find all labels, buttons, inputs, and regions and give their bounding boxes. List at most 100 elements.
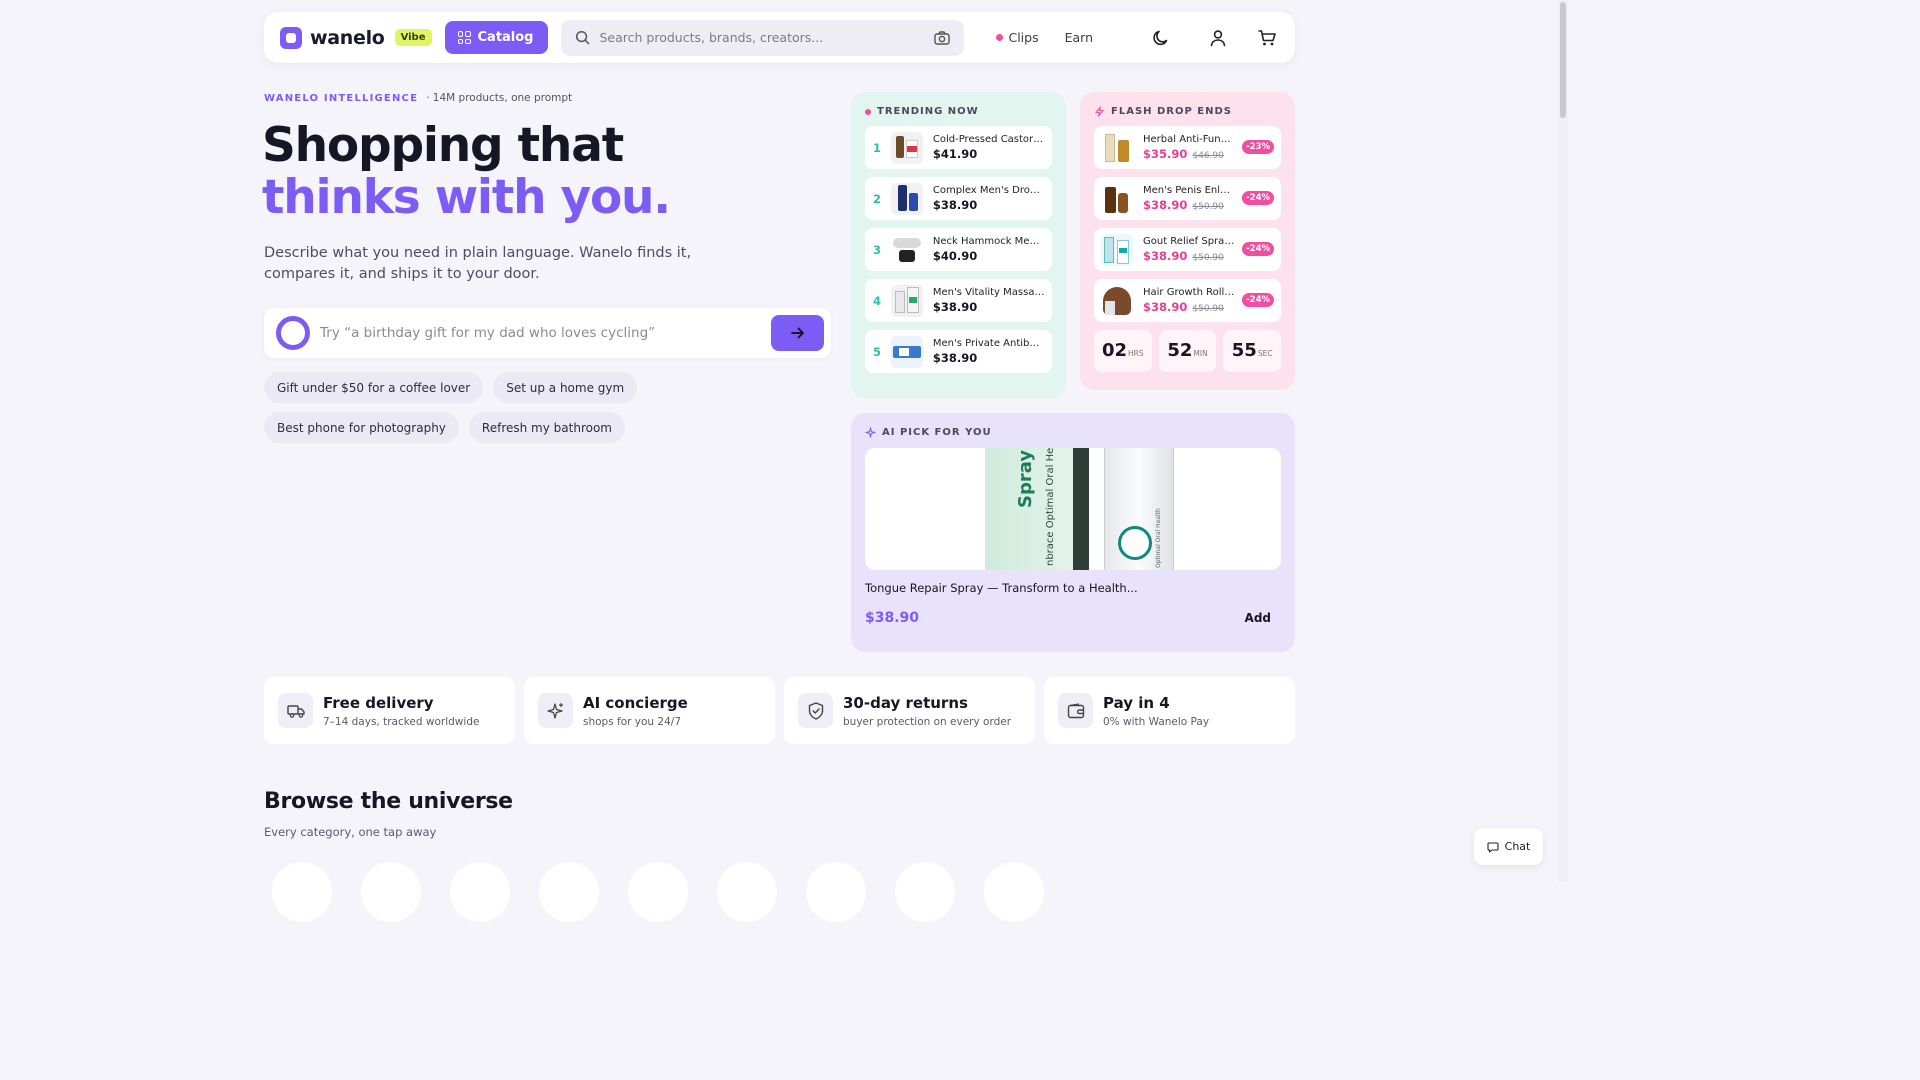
logo[interactable]: wanelo Vibe: [280, 26, 432, 49]
trending-card: TRENDING NOW 1 Cold-Pressed Castor ... $…: [851, 92, 1066, 398]
category-tile[interactable]: [361, 862, 421, 922]
ai-orb-icon: [276, 316, 310, 350]
feature-card: 30-day returns buyer protection on every…: [784, 677, 1035, 744]
flash-price: $38.90: [1143, 249, 1188, 263]
cart-button[interactable]: [1255, 26, 1279, 50]
catalog-button[interactable]: Catalog: [444, 21, 548, 54]
trending-rank: 3: [873, 242, 882, 257]
ai-pick-image-sidetext: nbrace Optimal Oral Hea: [1045, 448, 1056, 566]
add-to-cart-button[interactable]: Add: [1235, 607, 1281, 629]
timer-hours: 02 HRS: [1094, 330, 1152, 372]
flash-name: Men's Penis Enlar...: [1143, 185, 1235, 196]
flash-item[interactable]: Herbal Anti-Fung... $35.90 $46.90 -23%: [1094, 126, 1281, 169]
submit-prompt-button[interactable]: [771, 315, 824, 351]
category-tile[interactable]: [717, 862, 777, 922]
ai-prompt-input[interactable]: [320, 325, 771, 341]
flash-title-text: FLASH DROP ENDS: [1111, 106, 1233, 117]
discount-badge: -24%: [1242, 191, 1274, 205]
trending-item[interactable]: 3 Neck Hammock Memo... $40.90: [865, 228, 1052, 271]
trending-price: $38.90: [932, 198, 978, 212]
suggestion-chips: Gift under $50 for a coffee lover Set up…: [264, 372, 824, 443]
feature-title: 30-day returns: [843, 693, 968, 712]
page-scrollbar[interactable]: [1558, 0, 1568, 882]
product-thumbnail: [1101, 182, 1133, 215]
truck-icon: [278, 693, 313, 728]
flash-price: $35.90: [1143, 147, 1188, 161]
suggestion-chip[interactable]: Gift under $50 for a coffee lover: [264, 372, 484, 403]
suggestion-chip[interactable]: Set up a home gym: [493, 372, 638, 403]
eyebrow-brand: WANELO INTELLIGENCE: [264, 92, 419, 104]
browse-section-title: Browse the universe: [264, 789, 513, 814]
logo-mark-icon: [280, 26, 302, 49]
ai-pick-product-image[interactable]: Spray nbrace Optimal Oral Hea Optimal Or…: [865, 448, 1281, 570]
hero-title-line2: thinks with you.: [262, 170, 671, 225]
trending-rank: 5: [873, 344, 882, 359]
catalog-label: Catalog: [477, 30, 534, 45]
product-thumbnail: [890, 182, 923, 215]
feature-subtitle: 7–14 days, tracked worldwide: [323, 715, 480, 728]
category-tile[interactable]: [450, 862, 510, 922]
clips-link[interactable]: Clips: [996, 30, 1039, 45]
timer-minutes: 52 MIN: [1158, 330, 1217, 372]
category-tile[interactable]: [539, 862, 599, 922]
trending-title: TRENDING NOW: [865, 106, 1052, 117]
category-tile[interactable]: [984, 862, 1044, 922]
search-bar[interactable]: [560, 19, 965, 56]
ai-prompt-box[interactable]: [264, 308, 831, 358]
flash-item[interactable]: Hair Growth Rolle... $38.90 $50.90 -24%: [1094, 279, 1281, 322]
chat-bubble-icon: [1487, 841, 1499, 853]
feature-subtitle: shops for you 24/7: [583, 715, 682, 728]
hero-title-line1: Shopping that: [262, 118, 624, 173]
trending-price: $38.90: [932, 300, 978, 314]
category-tile[interactable]: [806, 862, 866, 922]
theme-toggle-button[interactable]: [1149, 26, 1173, 50]
lightning-icon: [1095, 106, 1104, 117]
suggestion-chip[interactable]: Refresh my bathroom: [468, 412, 625, 443]
discount-badge: -24%: [1242, 242, 1274, 256]
account-button[interactable]: [1206, 26, 1230, 50]
chat-button[interactable]: Chat: [1474, 828, 1543, 865]
camera-icon[interactable]: [934, 30, 951, 45]
category-tile[interactable]: [272, 862, 332, 922]
flash-old-price: $50.90: [1192, 304, 1224, 314]
vibe-badge: Vibe: [394, 29, 432, 46]
timer-seconds-unit: SEC: [1257, 349, 1273, 358]
user-icon: [1210, 29, 1226, 46]
suggestion-chip[interactable]: Best phone for photography: [264, 412, 459, 443]
trending-item[interactable]: 2 Complex Men's Drops ... $38.90: [865, 177, 1052, 220]
ai-pick-title-text: AI PICK FOR YOU: [882, 427, 992, 438]
flash-item[interactable]: Men's Penis Enlar... $38.90 $50.90 -24%: [1094, 177, 1281, 220]
earn-link[interactable]: Earn: [1065, 30, 1093, 45]
flash-name: Hair Growth Rolle...: [1143, 287, 1235, 298]
hero-description: Describe what you need in plain language…: [264, 245, 692, 282]
feature-card: Free delivery 7–14 days, tracked worldwi…: [264, 677, 515, 744]
hero-title: Shopping that thinks with you.: [262, 118, 671, 225]
moon-icon: [1153, 30, 1168, 45]
trending-item[interactable]: 1 Cold-Pressed Castor ... $41.90: [865, 126, 1052, 169]
search-icon: [575, 30, 589, 45]
timer-seconds: 55 SEC: [1223, 330, 1282, 372]
flash-old-price: $46.90: [1192, 151, 1224, 161]
ai-pick-product-name[interactable]: Tongue Repair Spray — Transform to a Hea…: [865, 581, 1281, 595]
product-thumbnail: [1101, 131, 1133, 164]
search-input[interactable]: [599, 30, 935, 45]
chat-label: Chat: [1504, 840, 1531, 853]
category-tile[interactable]: [628, 862, 688, 922]
ai-pick-title: AI PICK FOR YOU: [865, 427, 1281, 438]
ai-pick-price: $38.90: [865, 610, 920, 626]
trending-item[interactable]: 4 Men's Vitality Massag... $38.90: [865, 279, 1052, 322]
live-dot-icon: [865, 108, 871, 115]
category-tile[interactable]: [895, 862, 955, 922]
trending-name: Complex Men's Drops ...: [932, 185, 1044, 196]
feature-title: Pay in 4: [1103, 693, 1170, 712]
trending-rank: 1: [873, 140, 882, 155]
feature-title: Free delivery: [323, 693, 434, 712]
wallet-icon: [1058, 693, 1093, 728]
trending-item[interactable]: 5 Men's Private Antibac... $38.90: [865, 330, 1052, 373]
scrollbar-thumb[interactable]: [1560, 2, 1566, 118]
flash-name: Herbal Anti-Fung...: [1143, 134, 1235, 145]
trending-name: Men's Vitality Massag...: [932, 287, 1044, 298]
eyebrow-sub: · 14M products, one prompt: [426, 92, 573, 104]
live-dot-icon: [996, 34, 1004, 41]
flash-item[interactable]: Gout Relief Spray... $38.90 $50.90 -24%: [1094, 228, 1281, 271]
